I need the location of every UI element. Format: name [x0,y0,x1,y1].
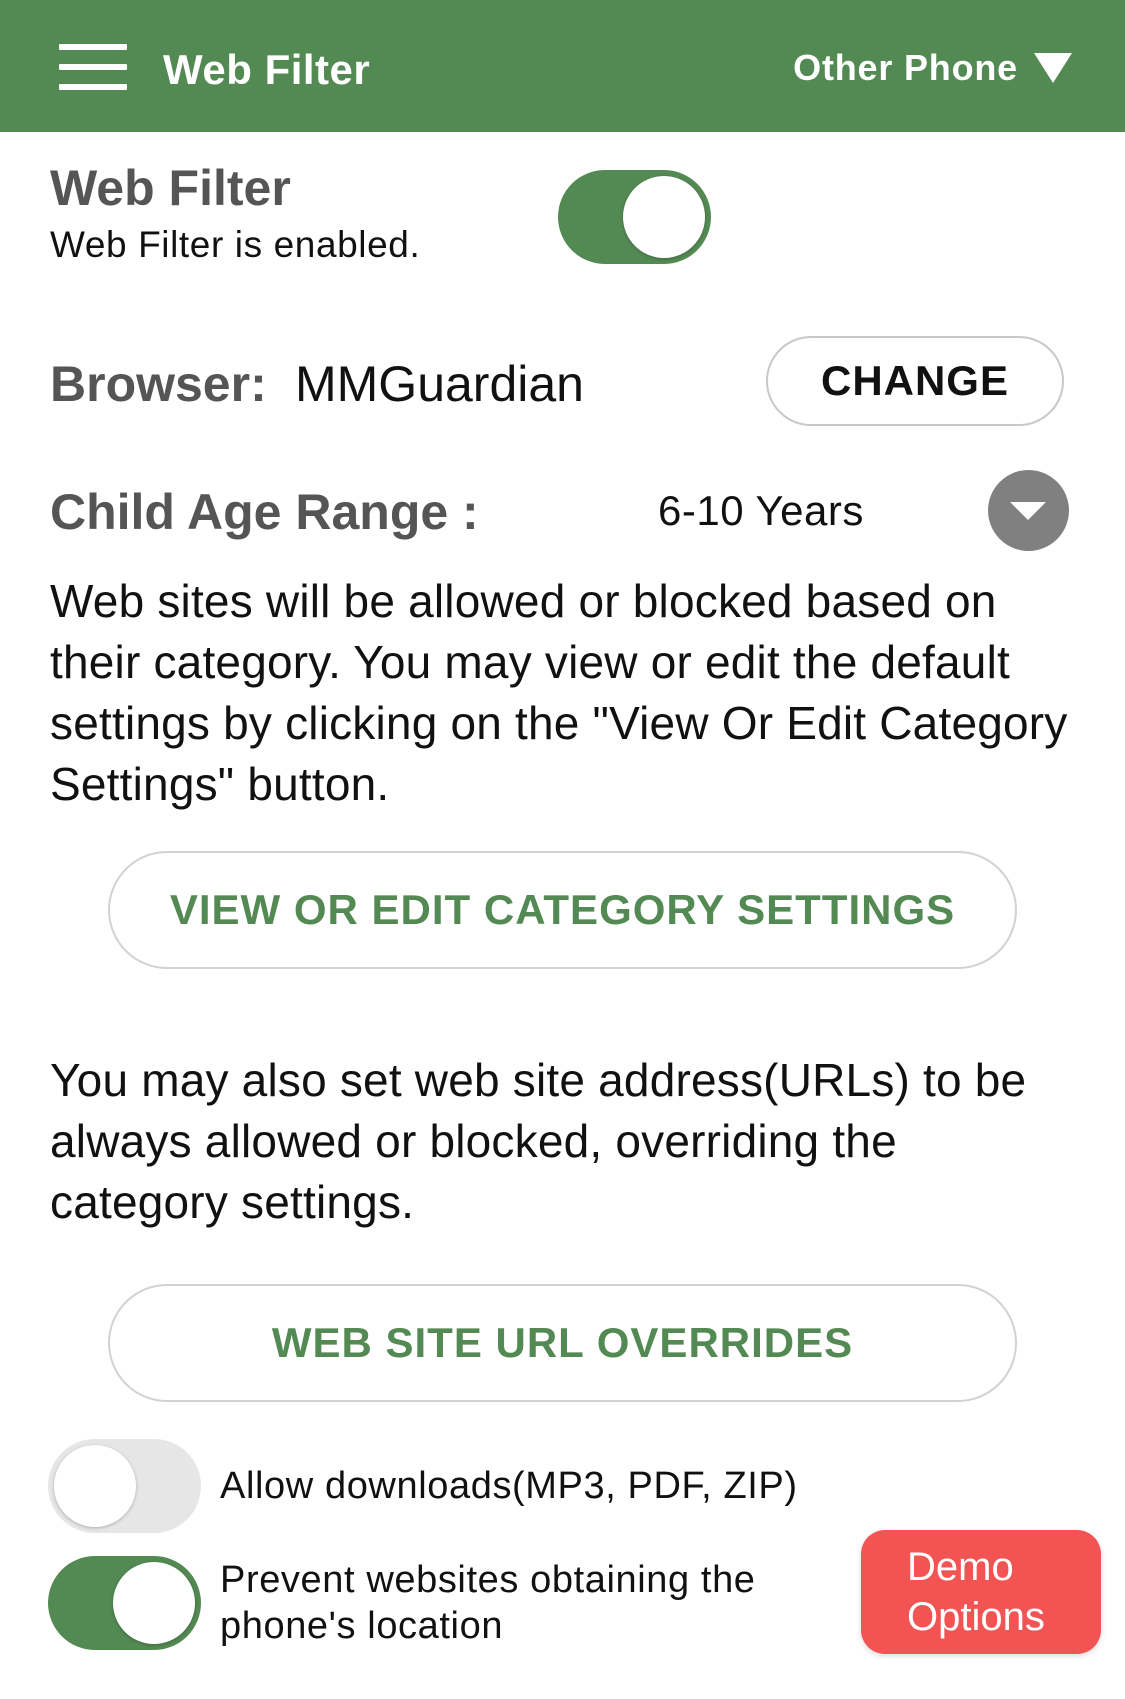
url-override-description: You may also set web site address(URLs) … [50,1054,1027,1228]
child-age-range-value[interactable]: 6-10 Years [658,484,864,538]
toggle-knob [623,176,705,258]
allow-downloads-toggle[interactable] [48,1439,201,1533]
hamburger-menu-icon[interactable] [59,44,127,90]
web-filter-status: Web Filter is enabled. [50,224,421,265]
web-filter-screen: Web Filter Other Phone Web Filter Web Fi… [0,0,1125,1699]
browser-value: MMGuardian [295,356,584,412]
triangle-down-icon [1034,53,1072,83]
age-range-dropdown-button[interactable] [988,470,1069,551]
prevent-location-label: Prevent websites obtaining the phone's l… [220,1559,756,1647]
view-edit-category-settings-button[interactable]: VIEW OR EDIT CATEGORY SETTINGS [108,851,1017,969]
child-age-range-label: Child Age Range : [50,484,479,540]
toggle-knob [54,1445,136,1527]
device-selector[interactable]: Other Phone [793,44,1072,92]
chevron-down-icon [1010,502,1046,520]
web-filter-title: Web Filter [50,160,291,216]
allow-downloads-label: Allow downloads(MP3, PDF, ZIP) [220,1465,798,1507]
toggle-knob [113,1562,195,1644]
demo-options-line2: Options [907,1595,1045,1639]
browser-label: Browser: [50,356,267,412]
demo-options-button[interactable]: Demo Options [861,1530,1101,1654]
prevent-location-toggle[interactable] [48,1556,201,1650]
device-selector-label: Other Phone [793,47,1018,88]
category-description: Web sites will be allowed or blocked bas… [50,575,1068,810]
change-browser-button[interactable]: CHANGE [766,336,1064,426]
top-app-bar: Web Filter Other Phone [0,0,1125,132]
web-filter-toggle[interactable] [558,170,711,264]
web-site-url-overrides-button[interactable]: WEB SITE URL OVERRIDES [108,1284,1017,1402]
demo-options-line1: Demo [907,1545,1014,1589]
app-bar-title: Web Filter [163,46,371,93]
